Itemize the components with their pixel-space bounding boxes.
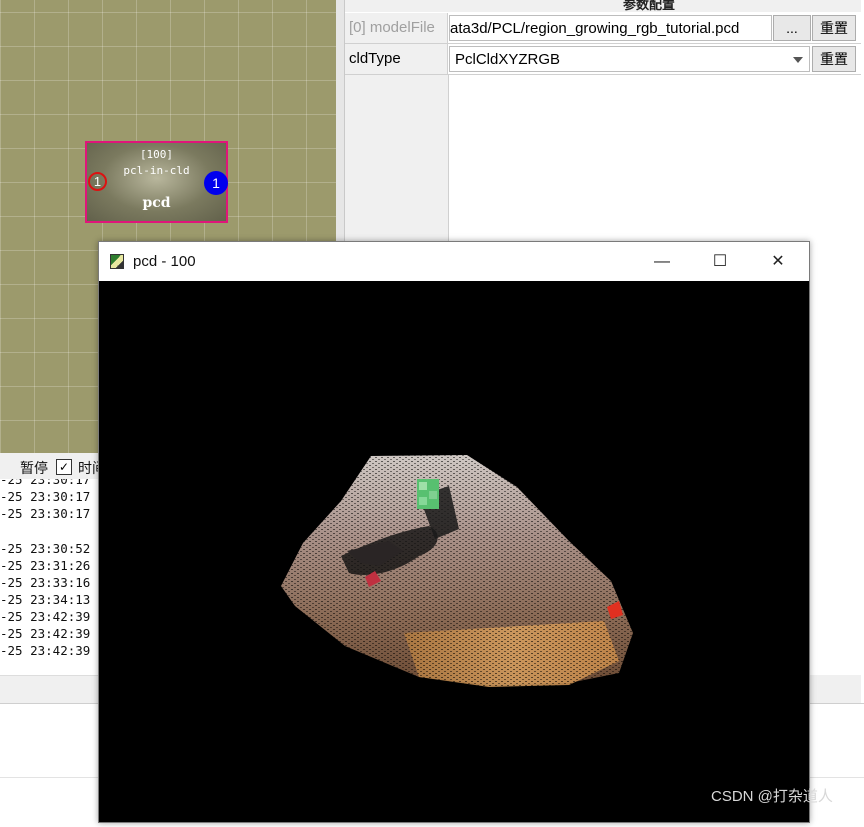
close-button[interactable]: ✕ (749, 242, 807, 281)
pause-checkbox[interactable]: ✓ (56, 459, 72, 475)
maximize-button[interactable]: ☐ (691, 242, 749, 281)
log-line: -25 23:42:39 (0, 609, 91, 624)
window-titlebar[interactable]: pcd - 100 — ☐ ✕ (99, 242, 809, 281)
browse-button[interactable]: ... (773, 15, 811, 41)
params-header: 参数配置 (345, 0, 861, 12)
node-type-label: pcl-in-cld (123, 164, 190, 177)
node-name-label: pcd (142, 195, 171, 211)
node-id-label: [100] (139, 148, 174, 161)
input-port[interactable]: 1 (88, 172, 107, 191)
log-line: -25 23:30:17 (0, 479, 91, 487)
cldtype-value: PclCldXYZRGB (455, 51, 561, 68)
param-label-cldtype: cldType (345, 44, 448, 74)
point-cloud-render (281, 455, 633, 687)
log-line: -25 23:31:26 (0, 558, 91, 573)
pause-label: 暂停 (20, 460, 48, 476)
log-line: -25 23:42:39 (0, 643, 91, 658)
chevron-down-icon (793, 57, 803, 63)
reset-button-modelfile[interactable]: 重置 (812, 15, 856, 41)
param-row-modelfile: [0] modelFile ata3d/PCL/region_growing_r… (345, 13, 861, 44)
log-line: -25 23:34:13 (0, 592, 91, 607)
params-title: 参数配置 (623, 0, 676, 12)
window-title: pcd - 100 (133, 253, 196, 270)
point-cloud-viewport[interactable] (99, 281, 809, 822)
param-row-cldtype: cldType PclCldXYZRGB 重置 (345, 44, 861, 75)
log-line: -25 23:30:17 (0, 489, 91, 504)
modelfile-input[interactable]: ata3d/PCL/region_growing_rgb_tutorial.pc… (449, 15, 772, 41)
reset-button-cldtype[interactable]: 重置 (812, 46, 856, 72)
pcd-viewer-window[interactable]: pcd - 100 — ☐ ✕ (98, 241, 810, 823)
log-line: -25 23:30:17 (0, 506, 91, 521)
minimize-button[interactable]: — (633, 242, 691, 281)
app-icon (110, 254, 124, 269)
log-line: -25 23:33:16 (0, 575, 91, 590)
log-line: -25 23:42:39 (0, 626, 91, 641)
cldtype-select[interactable]: PclCldXYZRGB (449, 46, 810, 72)
output-port[interactable]: 1 (204, 171, 228, 195)
pcd-node[interactable]: [100] pcl-in-cld pcd 1 1 (85, 141, 228, 223)
watermark: CSDN @打杂道人 (711, 788, 833, 805)
log-line: -25 23:30:52 (0, 541, 91, 556)
modelfile-value: ata3d/PCL/region_growing_rgb_tutorial.pc… (450, 20, 740, 37)
param-label-modelfile: [0] modelFile (345, 13, 448, 43)
